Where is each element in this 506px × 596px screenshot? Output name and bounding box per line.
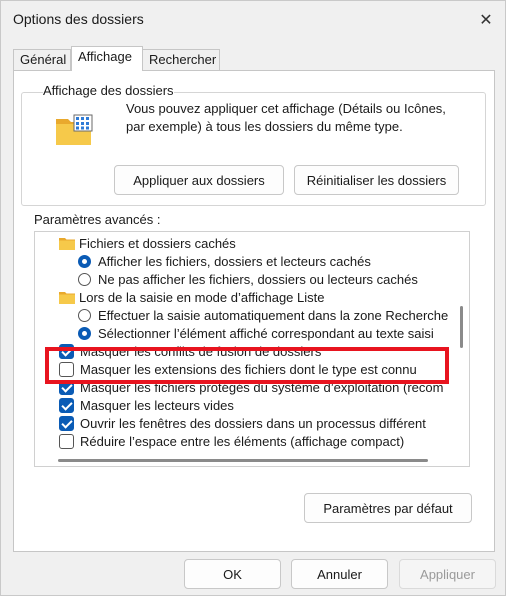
tab-view[interactable]: Affichage (71, 46, 143, 71)
folder-icon (59, 238, 75, 250)
folder-view-description: Vous pouvez appliquer cet affichage (Dét… (126, 101, 446, 134)
cancel-button[interactable]: Annuler (291, 559, 388, 589)
radio-label: Afficher les fichiers, dossiers et lecte… (98, 254, 371, 269)
title-bar: Options des dossiers ✕ (1, 1, 506, 39)
tree-folder-label: Lors de la saisie en mode d’affichage Li… (79, 290, 325, 305)
restore-defaults-button[interactable]: Paramètres par défaut (304, 493, 472, 523)
horizontal-scrollbar[interactable] (58, 459, 428, 462)
radio-button-selected[interactable] (78, 327, 91, 340)
radio-button-selected[interactable] (78, 255, 91, 268)
checkbox-checked[interactable] (59, 416, 74, 431)
vertical-scrollbar[interactable] (460, 306, 463, 348)
folder-icon (59, 292, 75, 304)
tree-folder-label: Fichiers et dossiers cachés (79, 236, 236, 251)
tab-general[interactable]: Général (13, 49, 71, 70)
highlight-box (45, 347, 449, 384)
ok-button[interactable]: OK (184, 559, 281, 589)
radio-button[interactable] (78, 309, 91, 322)
close-icon[interactable]: ✕ (471, 5, 501, 35)
folder-view-group-title: Affichage des dossiers (43, 83, 174, 98)
window-title: Options des dossiers (13, 11, 144, 27)
folder-grid-icon (56, 114, 93, 145)
checkbox-label: Ouvrir les fenêtres des dossiers dans un… (80, 416, 426, 431)
apply-to-folders-button[interactable]: Appliquer aux dossiers (114, 165, 284, 195)
checkbox-checked[interactable] (59, 398, 74, 413)
tab-search[interactable]: Rechercher (142, 49, 220, 70)
reset-folders-button[interactable]: Réinitialiser les dossiers (294, 165, 459, 195)
radio-label: Sélectionner l’élément affiché correspon… (98, 326, 434, 341)
checkbox-label: Masquer les lecteurs vides (80, 398, 234, 413)
checkbox-unchecked[interactable] (59, 434, 74, 449)
radio-label: Effectuer la saisie automatiquement dans… (98, 308, 449, 323)
radio-button[interactable] (78, 273, 91, 286)
advanced-settings-label: Paramètres avancés : (34, 212, 161, 227)
checkbox-label: Réduire l’espace entre les éléments (aff… (80, 434, 405, 449)
apply-button[interactable]: Appliquer (399, 559, 496, 589)
radio-label: Ne pas afficher les fichiers, dossiers o… (98, 272, 418, 287)
folder-options-window: Options des dossiers ✕ Général Affichage… (0, 0, 506, 596)
